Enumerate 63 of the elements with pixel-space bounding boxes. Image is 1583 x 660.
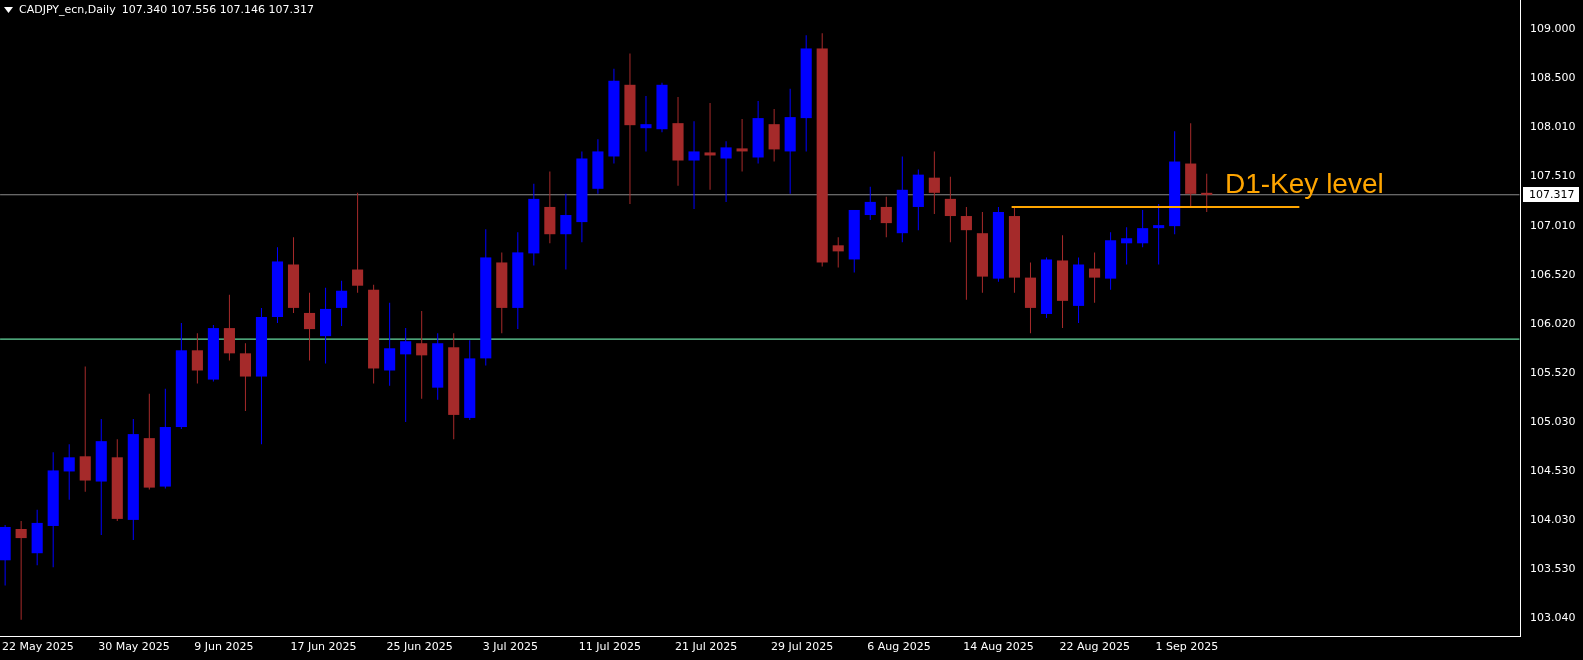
price-axis-label: 103.040 [1530,610,1576,627]
bearish-candle [304,292,316,361]
bullish-candle [640,95,652,152]
bullish-candle [63,443,75,501]
price-axis-label: 108.500 [1530,70,1576,87]
price-axis-label: 105.520 [1530,364,1576,381]
bearish-candle [1089,251,1101,304]
price-axis-label: 106.520 [1530,266,1576,283]
bullish-candle [720,140,732,203]
date-axis-label: 9 Jun 2025 [194,640,254,653]
date-axis-label: 21 Jul 2025 [674,640,738,653]
ohlc-values: 107.340 107.556 107.146 107.317 [121,3,315,16]
date-axis-label: 17 Jun 2025 [290,640,357,653]
bearish-candle [768,108,780,163]
bullish-candle [864,186,876,221]
price-axis-label: 109.000 [1530,21,1576,38]
bearish-candle [880,196,892,238]
bearish-candle [223,294,235,361]
bullish-candle [1153,203,1165,265]
key-level-label: D1-Key level [1225,168,1384,200]
current-price-label: 107.317 [1523,187,1579,202]
price-axis-label: 103.530 [1530,561,1576,577]
bearish-candle [1201,173,1213,213]
bullish-candle [1121,226,1133,265]
date-axis-label: 29 Jul 2025 [771,640,834,653]
bullish-candle [336,280,348,327]
date-axis-label: 22 Aug 2025 [1059,640,1130,653]
date-axis-label: 25 Jun 2025 [386,640,453,653]
bearish-candle [928,150,940,215]
price-axis-label: 107.510 [1530,168,1576,185]
price-axis-label: 105.030 [1530,413,1576,430]
date-axis-label: 30 May 2025 [98,640,170,653]
bearish-candle [239,342,251,412]
bearish-candle [736,118,748,173]
date-axis-label: 6 Aug 2025 [867,640,931,653]
price-axis-label: 104.530 [1530,462,1576,479]
date-axis-label: 3 Jul 2025 [482,640,538,653]
bullish-candle [848,209,860,274]
bullish-candle [912,169,924,231]
price-axis-label: 108.010 [1530,119,1576,136]
date-axis-label: 11 Jul 2025 [578,640,642,653]
bearish-candle [191,332,203,385]
date-axis-label: 22 May 2025 [2,640,74,653]
bullish-candle [752,100,764,165]
bearish-candle [944,176,956,243]
bullish-candle [656,82,668,133]
price-axis-label: 106.020 [1530,315,1576,332]
bullish-candle [432,332,444,401]
bullish-candle [1073,256,1085,324]
bullish-candle [0,524,11,587]
bullish-candle [207,324,219,383]
date-axis-label: 1 Sep 2025 [1155,640,1219,653]
chart-symbol-title: CADJPY_ecn,Daily [19,3,116,16]
bearish-candle [832,236,844,269]
bullish-candle [1137,209,1149,248]
date-axis-label: 14 Aug 2025 [963,640,1034,653]
bullish-candle [592,138,604,195]
bullish-candle [31,509,43,566]
bullish-candle [1105,231,1117,291]
dropdown-triangle-icon[interactable] [4,6,13,13]
bullish-candle [1040,256,1053,319]
price-axis-label: 107.010 [1530,217,1576,234]
price-axis-label: 104.030 [1530,511,1576,528]
